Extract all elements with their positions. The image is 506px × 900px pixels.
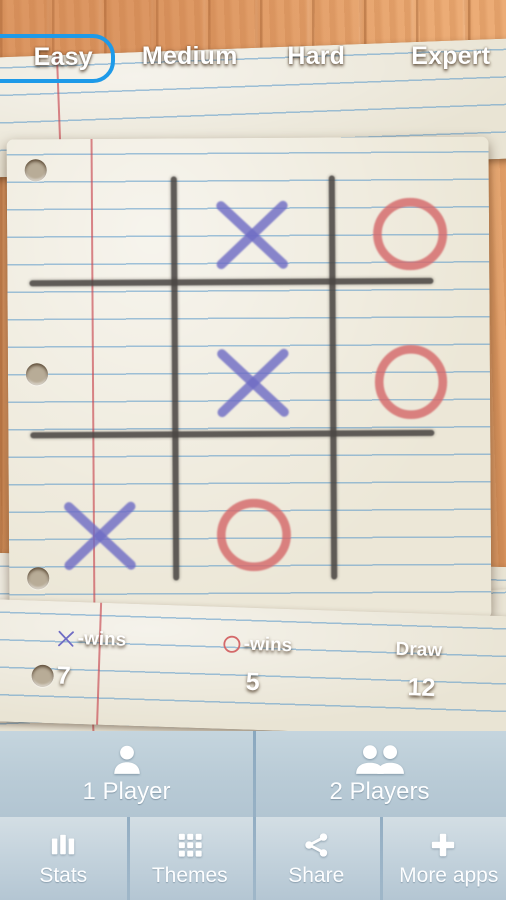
score-x-wins: -wins 7 (5, 624, 175, 695)
more-apps-label: More apps (399, 863, 499, 887)
themes-label: Themes (151, 863, 228, 887)
share-label: Share (288, 863, 345, 887)
tab-expert-label: Expert (411, 41, 491, 70)
stats-button[interactable]: Stats (0, 817, 127, 900)
score-row: -wins 7 -wins 5 Draw 12 (0, 624, 506, 721)
score-x-wins-text: -wins (77, 628, 127, 651)
tic-tac-toe-board (7, 137, 492, 622)
mark-x-icon (57, 493, 144, 580)
board-cell-2-0[interactable] (20, 460, 179, 611)
single-person-icon (110, 742, 144, 776)
board-cell-0-2[interactable] (331, 159, 490, 310)
mark-x-icon (210, 340, 297, 427)
plus-icon (429, 830, 457, 860)
mark-o-icon (221, 634, 242, 655)
board-cell-2-1[interactable] (174, 459, 333, 610)
board-cell-1-2[interactable] (332, 307, 491, 458)
two-players-button[interactable]: 2 Players (253, 731, 506, 817)
board-cell-1-1[interactable] (174, 307, 333, 458)
tab-medium[interactable]: Medium (127, 36, 254, 77)
score-x-wins-value: 7 (56, 661, 72, 690)
share-button[interactable]: Share (253, 817, 380, 900)
themes-button[interactable]: Themes (126, 817, 254, 900)
stats-label: Stats (39, 863, 88, 887)
tab-easy[interactable]: Easy (0, 33, 127, 83)
board-cell-2-2[interactable] (332, 459, 491, 610)
mark-o-icon (368, 339, 455, 426)
score-x-wins-label: -wins (7, 624, 176, 656)
mark-x-icon (55, 628, 76, 649)
score-o-wins-value: 5 (245, 667, 261, 697)
score-draw-text: Draw (395, 638, 443, 662)
tab-medium-label: Medium (141, 41, 238, 70)
board-cell-0-0[interactable] (19, 160, 178, 311)
score-draw-value: 12 (407, 673, 436, 703)
board-cell-1-0[interactable] (20, 308, 179, 459)
mark-x-icon (209, 192, 296, 279)
mark-o-icon (367, 191, 454, 278)
more-apps-button[interactable]: More apps (379, 817, 506, 900)
score-o-wins-label: -wins (173, 629, 342, 661)
two-people-icon (354, 742, 405, 776)
tab-hard-label: Hard (287, 41, 346, 70)
player-mode-bar: 1 Player 2 Players (0, 731, 506, 817)
tab-expert[interactable]: Expert (388, 36, 506, 77)
tab-hard[interactable]: Hard (253, 36, 380, 77)
score-draw-label: Draw (334, 635, 503, 667)
grid-icon (176, 830, 204, 860)
tab-easy-label: Easy (33, 42, 93, 71)
board-cell-0-1[interactable] (173, 159, 332, 310)
one-player-button[interactable]: 1 Player (0, 731, 253, 817)
two-players-label: 2 Players (329, 778, 430, 805)
bottom-toolbar: Stats Themes Share More apps (0, 817, 506, 900)
score-o-wins: -wins 5 (171, 629, 341, 700)
share-icon (302, 830, 330, 860)
score-draw: Draw 12 (333, 635, 503, 706)
score-o-wins-text: -wins (243, 633, 293, 657)
one-player-label: 1 Player (82, 778, 171, 805)
mark-o-icon (211, 492, 298, 579)
bar-chart-icon (49, 830, 77, 860)
difficulty-tab-bar: Easy Medium Hard Expert (0, 32, 506, 83)
